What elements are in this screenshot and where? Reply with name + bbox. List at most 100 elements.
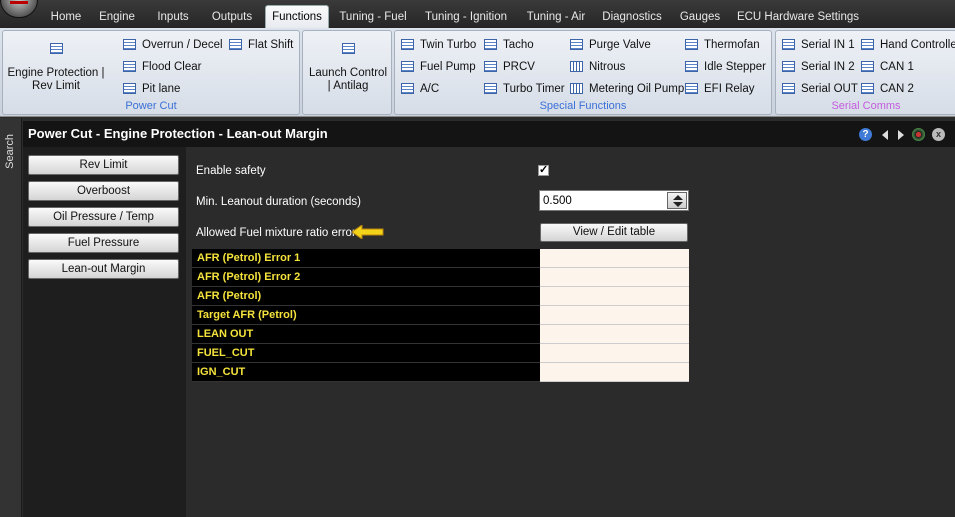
nitrous-button[interactable]: Nitrous [570, 59, 625, 75]
enable-safety-checkbox[interactable]: ✓ [538, 165, 549, 176]
min-leanout-duration-label: Min. Leanout duration (seconds) [196, 196, 361, 208]
table-icon [123, 39, 136, 50]
search-label: Search [4, 134, 16, 169]
group-title-power-cut: Power Cut [125, 100, 177, 112]
idle-stepper-label: Idle Stepper [704, 61, 767, 73]
table-row: AFR (Petrol) [192, 287, 689, 306]
can-2-button[interactable]: CAN 2 [861, 81, 914, 97]
flat-shift-label: Flat Shift [248, 39, 294, 51]
tab-ecu-hardware-settings[interactable]: ECU Hardware Settings [735, 9, 861, 28]
row-value-cell[interactable] [540, 287, 689, 306]
main-tab-bar: Home Engine Inputs Outputs Functions Tun… [0, 0, 955, 29]
map-table-icon [570, 61, 583, 72]
side-overboost-button[interactable]: Overboost [28, 181, 179, 201]
serial-in-1-button[interactable]: Serial IN 1 [782, 37, 855, 53]
tab-functions[interactable]: Functions [265, 5, 329, 29]
gauge-icon[interactable] [912, 128, 925, 141]
row-value-cell[interactable] [540, 268, 689, 287]
turbo-timer-label: Turbo Timer [503, 83, 565, 95]
tab-tuning-fuel[interactable]: Tuning - Fuel [335, 9, 411, 28]
overrun-decel-button[interactable]: Overrun / Decel [123, 37, 223, 53]
tab-diagnostics[interactable]: Diagnostics [598, 9, 666, 28]
serial-in-2-label: Serial IN 2 [801, 61, 855, 73]
row-label: Target AFR (Petrol) [192, 306, 540, 325]
settings-panel: Enable safety ✓ Min. Leanout duration (s… [186, 147, 955, 517]
tab-inputs[interactable]: Inputs [148, 9, 198, 28]
close-icon[interactable]: x [932, 128, 945, 141]
efi-relay-button[interactable]: EFI Relay [685, 81, 755, 97]
min-leanout-duration-value: 0.500 [543, 195, 572, 207]
pit-lane-button[interactable]: Pit lane [123, 81, 180, 97]
table-row: AFR (Petrol) Error 1 [192, 249, 689, 268]
forward-arrow-icon[interactable] [898, 130, 904, 140]
yellow-arrow-icon [352, 225, 384, 239]
launch-control-button[interactable]: Launch Control | Antilag [306, 43, 390, 93]
table-icon [782, 61, 795, 72]
thermofan-button[interactable]: Thermofan [685, 37, 760, 53]
table-icon [685, 39, 698, 50]
help-icon[interactable]: ? [859, 128, 872, 141]
row-value-cell[interactable] [540, 306, 689, 325]
turbo-timer-button[interactable]: Turbo Timer [484, 81, 565, 97]
flat-shift-button[interactable]: Flat Shift [229, 37, 293, 53]
group-serial-comms: Serial IN 1 Hand Controller Serial IN 2 … [775, 30, 955, 115]
fuel-ratio-error-label: Allowed Fuel mixture ratio error [196, 227, 356, 239]
row-value-cell[interactable] [540, 363, 689, 382]
row-value-cell[interactable] [540, 249, 689, 268]
launch-control-label: Launch Control | Antilag [309, 67, 387, 92]
table-row: Target AFR (Petrol) [192, 306, 689, 325]
side-fuel-pressure-button[interactable]: Fuel Pressure [28, 233, 179, 253]
view-edit-table-button[interactable]: View / Edit table [540, 223, 688, 242]
purge-valve-button[interactable]: Purge Valve [570, 37, 651, 53]
engine-protection-label: Engine Protection | Rev Limit [7, 67, 105, 92]
tab-tuning-air[interactable]: Tuning - Air [520, 9, 592, 28]
engine-protection-button[interactable]: Engine Protection | Rev Limit [6, 43, 106, 93]
idle-stepper-button[interactable]: Idle Stepper [685, 59, 766, 75]
table-row: FUEL_CUT [192, 344, 689, 363]
table-icon [570, 39, 583, 50]
metering-oil-pump-button[interactable]: Metering Oil Pump [570, 81, 684, 97]
serial-in-2-button[interactable]: Serial IN 2 [782, 59, 855, 75]
table-row: AFR (Petrol) Error 2 [192, 268, 689, 287]
row-value-cell[interactable] [540, 325, 689, 344]
spin-up-icon[interactable] [673, 195, 683, 200]
page-title-bar: Power Cut - Engine Protection - Lean-out… [23, 121, 955, 147]
prcv-button[interactable]: PRCV [484, 59, 535, 75]
tab-gauges[interactable]: Gauges [675, 9, 725, 28]
hand-controller-button[interactable]: Hand Controller [861, 37, 955, 53]
tab-home[interactable]: Home [45, 9, 87, 28]
side-oil-pressure-temp-button[interactable]: Oil Pressure / Temp [28, 207, 179, 227]
tab-tuning-ignition[interactable]: Tuning - Ignition [420, 9, 512, 28]
table-icon [229, 39, 242, 50]
pit-lane-label: Pit lane [142, 83, 181, 95]
can-1-button[interactable]: CAN 1 [861, 59, 914, 75]
ac-label: A/C [420, 83, 440, 95]
ac-button[interactable]: A/C [401, 81, 439, 97]
table-icon [484, 39, 497, 50]
app-logo[interactable] [0, 0, 38, 18]
tab-engine[interactable]: Engine [94, 9, 140, 28]
side-rev-limit-button[interactable]: Rev Limit [28, 155, 179, 175]
table-icon [401, 83, 414, 94]
tacho-button[interactable]: Tacho [484, 37, 534, 53]
spin-down-icon[interactable] [673, 202, 683, 207]
twin-turbo-button[interactable]: Twin Turbo [401, 37, 476, 53]
tab-outputs[interactable]: Outputs [205, 9, 259, 28]
serial-out-button[interactable]: Serial OUT [782, 81, 858, 97]
row-label: LEAN OUT [192, 325, 540, 344]
twin-turbo-label: Twin Turbo [420, 39, 477, 51]
table-icon [123, 83, 136, 94]
row-label: IGN_CUT [192, 363, 540, 382]
purge-valve-label: Purge Valve [589, 39, 651, 51]
flood-clear-button[interactable]: Flood Clear [123, 59, 201, 75]
table-icon [861, 39, 874, 50]
table-icon [401, 39, 414, 50]
row-value-cell[interactable] [540, 344, 689, 363]
search-panel-tab[interactable]: Search [0, 118, 22, 517]
min-leanout-duration-input[interactable]: 0.500 [539, 190, 689, 211]
spinner-control[interactable] [667, 192, 687, 209]
side-lean-out-margin-button[interactable]: Lean-out Margin [28, 259, 179, 279]
table-row: LEAN OUT [192, 325, 689, 344]
back-arrow-icon[interactable] [882, 130, 888, 140]
fuel-pump-button[interactable]: Fuel Pump [401, 59, 476, 75]
